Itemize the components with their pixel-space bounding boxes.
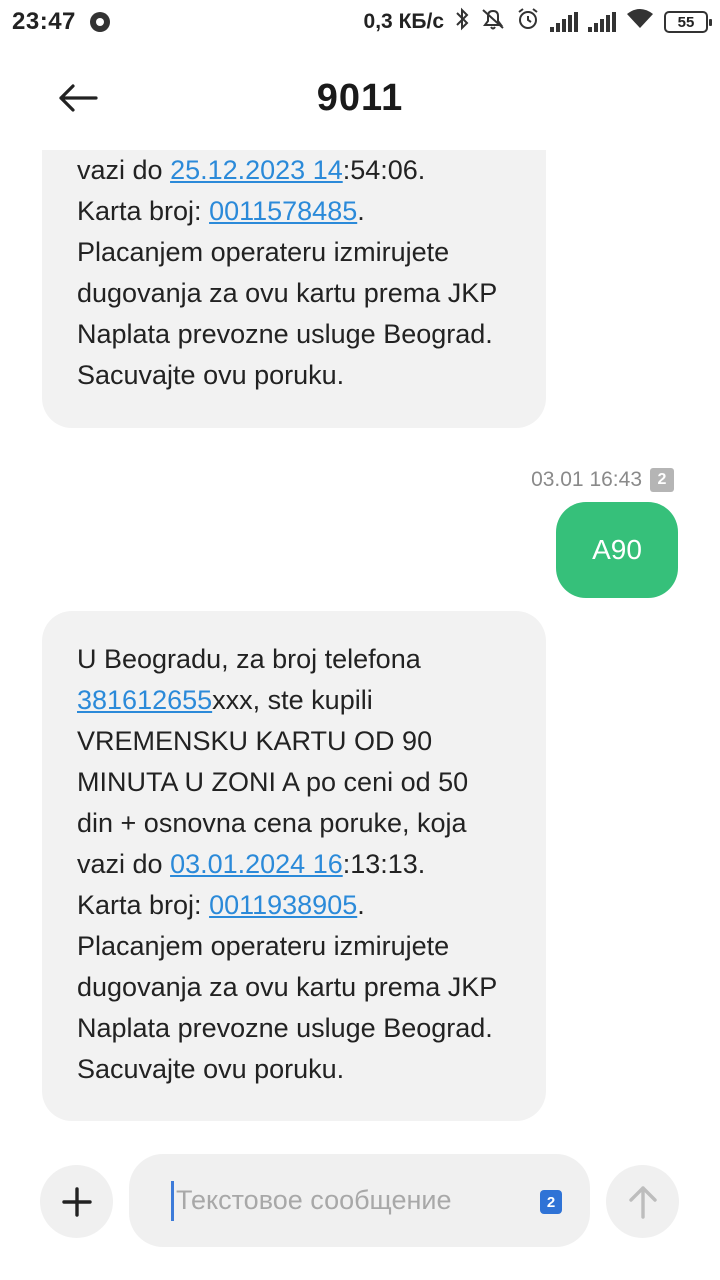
sim-badge: 2 bbox=[650, 468, 674, 492]
conversation-title: 9011 bbox=[316, 76, 404, 119]
message-text: Karta broj: bbox=[77, 890, 210, 920]
chrome-icon bbox=[89, 12, 110, 32]
message-input[interactable]: Текстовое сообщение 2 bbox=[129, 1154, 590, 1247]
wifi-icon bbox=[626, 8, 654, 36]
arrow-left-icon bbox=[59, 84, 98, 112]
message-text: :54:06. bbox=[342, 155, 426, 185]
message-thread[interactable]: vazi do 25.12.2023 14:54:06. Karta broj:… bbox=[0, 150, 720, 1140]
text-cursor bbox=[171, 1180, 174, 1221]
received-message[interactable]: vazi do 25.12.2023 14:54:06. Karta broj:… bbox=[42, 150, 546, 428]
sim-select-button[interactable]: 2 bbox=[540, 1190, 562, 1214]
message-timestamp: 03.01 16:43 bbox=[531, 468, 642, 491]
message-text: . bbox=[357, 890, 365, 920]
sent-message[interactable]: A90 bbox=[556, 502, 678, 598]
signal-icon bbox=[588, 12, 616, 32]
alarm-icon bbox=[516, 7, 540, 37]
phone-link[interactable]: 381612655 bbox=[77, 685, 212, 715]
back-button[interactable] bbox=[50, 72, 106, 124]
status-bar: 23:47 0,3 КБ/с 55 bbox=[0, 0, 720, 44]
add-attachment-button[interactable] bbox=[40, 1165, 113, 1238]
number-link[interactable]: 0011578485 bbox=[209, 196, 357, 226]
message-text: Placanjem operateru izmirujete dugovanja… bbox=[77, 931, 497, 1084]
bluetooth-icon bbox=[454, 7, 470, 37]
status-time: 23:47 bbox=[12, 8, 76, 35]
date-link[interactable]: 25.12.2023 14 bbox=[170, 155, 343, 185]
send-button[interactable] bbox=[606, 1165, 679, 1238]
message-text: A90 bbox=[592, 534, 642, 565]
message-text: Karta broj: bbox=[77, 196, 210, 226]
composer-bar: Текстовое сообщение 2 bbox=[0, 1150, 720, 1250]
mute-icon bbox=[480, 7, 506, 37]
date-link[interactable]: 03.01.2024 16 bbox=[170, 849, 343, 879]
message-input-placeholder: Текстовое сообщение bbox=[176, 1185, 452, 1215]
message-text: U Beogradu, za broj telefona bbox=[77, 644, 421, 674]
message-text: Placanjem operateru izmirujete dugovanja… bbox=[77, 237, 497, 390]
conversation-header: 9011 bbox=[0, 60, 720, 136]
network-speed: 0,3 КБ/с bbox=[363, 10, 444, 33]
battery-icon: 55 bbox=[664, 11, 712, 33]
signal-icon bbox=[550, 12, 578, 32]
message-text: . bbox=[357, 196, 365, 226]
battery-level: 55 bbox=[677, 13, 695, 31]
message-text: :13:13. bbox=[342, 849, 426, 879]
arrow-up-icon bbox=[628, 1185, 657, 1219]
plus-icon bbox=[61, 1186, 92, 1217]
status-icons: 0,3 КБ/с 55 bbox=[363, 7, 712, 37]
received-message[interactable]: U Beogradu, za broj telefona 381612655xx… bbox=[42, 611, 546, 1121]
message-meta: 03.01 16:43 2 bbox=[531, 468, 674, 492]
number-link[interactable]: 0011938905 bbox=[209, 890, 357, 920]
message-text: vazi do bbox=[77, 155, 171, 185]
